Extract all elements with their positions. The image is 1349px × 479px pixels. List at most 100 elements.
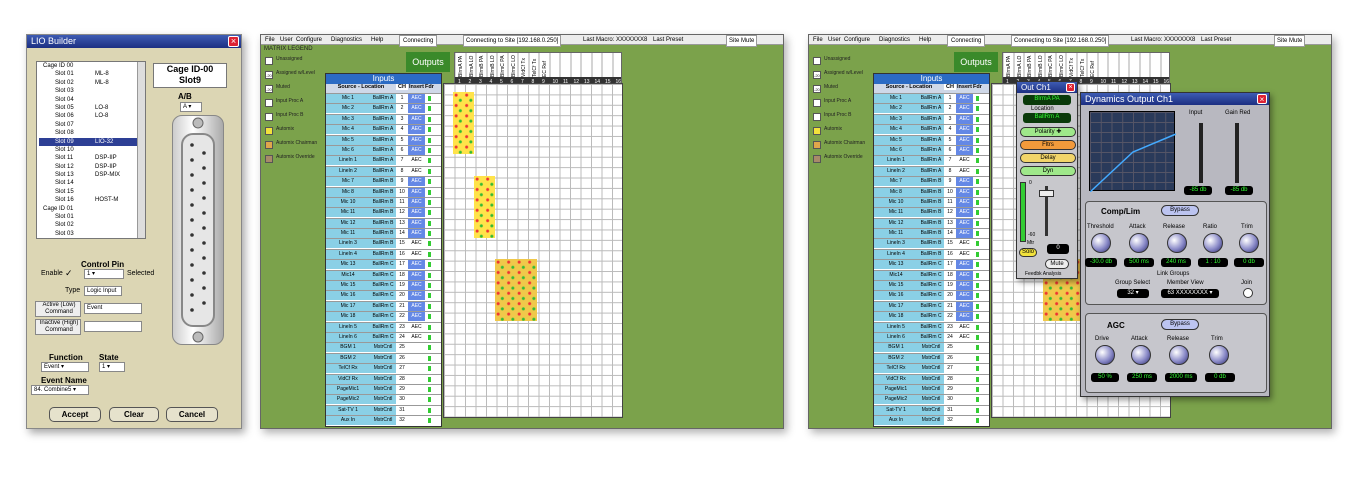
input-name[interactable]: PageMic1 bbox=[874, 384, 918, 394]
site-mute-button[interactable]: Site Mute bbox=[726, 35, 758, 47]
agc-release-knob[interactable] bbox=[1169, 345, 1189, 365]
input-insert[interactable]: AEC bbox=[408, 114, 425, 124]
input-row[interactable]: Mic 5 BallRm A 5 AEC bbox=[326, 134, 441, 145]
input-row[interactable]: Mic 12 BallRm B 13 AEC bbox=[874, 217, 989, 228]
input-name[interactable]: Mic 16 bbox=[874, 291, 918, 301]
output-column-label[interactable] bbox=[1108, 53, 1119, 77]
tree-item[interactable]: Slot 02 bbox=[39, 221, 145, 229]
input-row[interactable]: Mic 1 BallRm A 1 AEC bbox=[326, 93, 441, 103]
close-icon[interactable]: × bbox=[1257, 94, 1267, 104]
cancel-button[interactable]: Cancel bbox=[166, 407, 218, 422]
fader-knob[interactable] bbox=[1039, 190, 1054, 197]
input-name[interactable]: Mic 7 bbox=[874, 177, 918, 187]
input-insert[interactable]: AEC bbox=[408, 239, 425, 249]
active-command-field[interactable]: Event bbox=[84, 303, 142, 314]
input-name[interactable]: PageMic2 bbox=[326, 395, 370, 405]
input-insert[interactable]: AEC bbox=[956, 218, 973, 228]
input-insert[interactable]: AEC bbox=[408, 270, 425, 280]
input-name[interactable]: TelCf Rx bbox=[874, 364, 918, 374]
output-column-label[interactable]: BlrmB LO bbox=[1034, 53, 1045, 77]
output-column-label[interactable]: BlrmB PA bbox=[1024, 53, 1035, 77]
output-column-label[interactable] bbox=[612, 53, 621, 77]
input-name[interactable]: Mic 5 bbox=[326, 135, 370, 145]
trim-knob[interactable] bbox=[1239, 233, 1259, 253]
output-column-label[interactable] bbox=[1139, 53, 1150, 77]
input-name[interactable]: PageMic1 bbox=[326, 384, 370, 394]
input-row[interactable]: LineIn 2 BallRm A 8 AEC bbox=[326, 165, 441, 176]
input-row[interactable]: Mic 3 BallRm A 3 AEC bbox=[874, 113, 989, 124]
tree-item[interactable]: Slot 14 bbox=[39, 179, 145, 187]
input-row[interactable]: Aux In MstrCntl 32 bbox=[326, 415, 441, 426]
type-field[interactable]: Logic Input bbox=[84, 286, 122, 296]
group-a-block[interactable] bbox=[453, 92, 474, 154]
output-column-label[interactable] bbox=[570, 53, 581, 77]
menu-file[interactable]: File bbox=[813, 35, 823, 45]
input-name[interactable]: Mic 17 bbox=[326, 301, 370, 311]
input-insert[interactable]: AEC bbox=[408, 208, 425, 218]
tree-scrollbar[interactable] bbox=[137, 62, 145, 238]
input-name[interactable]: BGM 1 bbox=[326, 343, 370, 353]
input-name[interactable]: VidCf Rx bbox=[874, 374, 918, 384]
input-row[interactable]: Mic 15 BallRm C 19 AEC bbox=[874, 280, 989, 291]
input-name[interactable]: LineIn 3 bbox=[326, 239, 370, 249]
input-row[interactable]: LineIn 4 BallRm B 16 AEC bbox=[874, 248, 989, 259]
tree-item[interactable]: Slot 04 bbox=[39, 96, 145, 104]
input-row[interactable]: Mic 10 BallRm B 11 AEC bbox=[874, 196, 989, 207]
lio-title-bar[interactable]: LIO Builder × bbox=[27, 35, 241, 48]
feedback-analysis-label[interactable]: Feedbk Analysis bbox=[1025, 271, 1061, 277]
tree-item[interactable]: Slot 02 ML-8 bbox=[39, 79, 145, 87]
input-row[interactable]: Mic 13 BallRm C 17 AEC bbox=[326, 259, 441, 270]
dynamics-title-bar[interactable]: Dynamics Output Ch1 × bbox=[1081, 93, 1269, 105]
input-insert[interactable]: AEC bbox=[956, 197, 973, 207]
input-row[interactable]: Mic 7 BallRm B 9 AEC bbox=[326, 176, 441, 187]
input-insert[interactable]: AEC bbox=[408, 166, 425, 176]
clear-button[interactable]: Clear bbox=[109, 407, 159, 422]
input-name[interactable]: LineIn 1 bbox=[326, 156, 370, 166]
input-insert[interactable]: AEC bbox=[956, 156, 973, 166]
input-name[interactable]: Mic 2 bbox=[874, 104, 918, 114]
input-insert[interactable]: AEC bbox=[408, 125, 425, 135]
input-name[interactable]: LineIn 2 bbox=[326, 166, 370, 176]
input-insert[interactable]: AEC bbox=[408, 260, 425, 270]
tree-item[interactable]: Slot 03 bbox=[39, 230, 145, 238]
output-column-label[interactable]: EC Ref bbox=[539, 53, 550, 77]
input-name[interactable]: LineIn 5 bbox=[874, 322, 918, 332]
input-name[interactable]: Mic 11 bbox=[326, 229, 370, 239]
input-name[interactable]: LineIn 4 bbox=[874, 249, 918, 259]
input-insert[interactable]: AEC bbox=[956, 114, 973, 124]
input-name[interactable]: Mic 10 bbox=[874, 197, 918, 207]
input-insert[interactable]: AEC bbox=[408, 156, 425, 166]
input-name[interactable]: Mic 4 bbox=[874, 125, 918, 135]
input-row[interactable]: Sat-TV 1 MstrCntl 31 bbox=[874, 404, 989, 415]
ratio-knob[interactable] bbox=[1203, 233, 1223, 253]
tree-item[interactable]: Cage ID 00 bbox=[39, 62, 145, 70]
input-row[interactable]: BGM 2 MstrCntl 26 bbox=[874, 352, 989, 363]
agc-trim-knob[interactable] bbox=[1209, 345, 1229, 365]
close-icon[interactable]: × bbox=[228, 36, 239, 47]
output-column-label[interactable]: BlrmB PA bbox=[476, 53, 487, 77]
input-row[interactable]: Mic 17 BallRm C 21 AEC bbox=[874, 300, 989, 311]
output-column-label[interactable]: BlrmC PA bbox=[497, 53, 508, 77]
drive-knob[interactable] bbox=[1095, 345, 1115, 365]
input-name[interactable]: Mic14 bbox=[326, 270, 370, 280]
tree-item[interactable]: Slot 11 DSP-IIP bbox=[39, 154, 145, 162]
event-name-select[interactable]: 84. Combine5 ▾ bbox=[31, 385, 89, 395]
input-row[interactable]: LineIn 6 BallRm C 24 AEC bbox=[874, 331, 989, 342]
input-insert[interactable]: AEC bbox=[408, 177, 425, 187]
input-name[interactable]: BGM 2 bbox=[874, 353, 918, 363]
input-row[interactable]: Mic 1 BallRm A 1 AEC bbox=[874, 93, 989, 103]
tree-item[interactable]: Slot 12 DSP-IIP bbox=[39, 163, 145, 171]
tree-item[interactable]: Slot 13 DSP-MIX bbox=[39, 171, 145, 179]
input-name[interactable]: LineIn 6 bbox=[874, 332, 918, 342]
output-column-label[interactable]: EC Ref bbox=[1087, 53, 1098, 77]
input-insert[interactable]: AEC bbox=[408, 332, 425, 342]
tree-item[interactable]: Cage ID 01 bbox=[39, 205, 145, 213]
input-row[interactable]: Mic 5 BallRm A 5 AEC bbox=[874, 134, 989, 145]
input-name[interactable]: VidCf Rx bbox=[326, 374, 370, 384]
input-name[interactable]: LineIn 6 bbox=[326, 332, 370, 342]
menu-diagnostics[interactable]: Diagnostics bbox=[879, 35, 910, 45]
input-insert[interactable]: AEC bbox=[408, 312, 425, 322]
input-insert[interactable]: AEC bbox=[956, 145, 973, 155]
tree-item[interactable]: Slot 07 bbox=[39, 121, 145, 129]
input-name[interactable]: Mic 1 bbox=[326, 94, 370, 103]
